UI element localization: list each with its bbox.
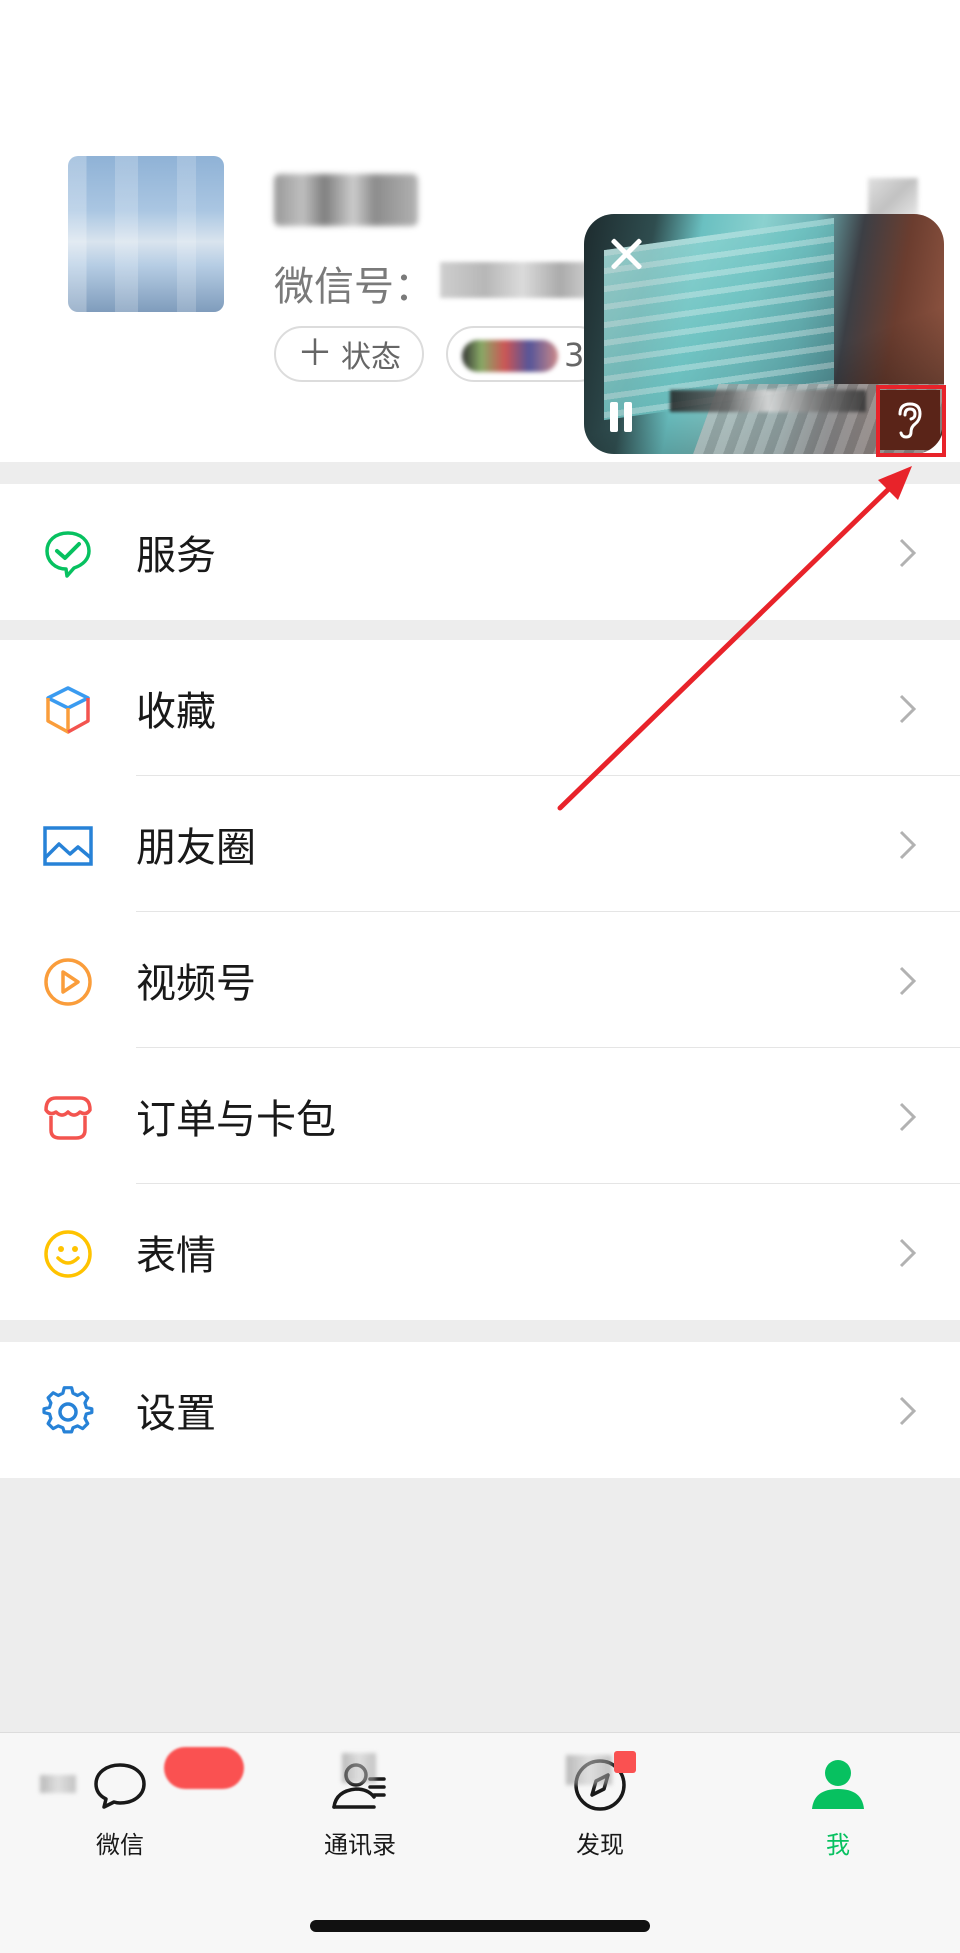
friends-count: 3 bbox=[564, 336, 585, 374]
plus-icon: ＋ bbox=[296, 333, 333, 374]
chevron-right-icon bbox=[899, 1102, 917, 1132]
menu-item-moments[interactable]: 朋友圈 bbox=[0, 776, 960, 912]
menu-label-orders: 订单与卡包 bbox=[136, 1097, 336, 1143]
services-check-icon bbox=[45, 531, 91, 578]
chevron-right-icon bbox=[899, 1238, 917, 1268]
tab-label-contacts: 通讯录 bbox=[324, 1831, 396, 1859]
menu-item-services[interactable]: 服务 bbox=[0, 484, 960, 620]
chevron-right-icon bbox=[899, 538, 917, 568]
friend-avatars-blurred bbox=[462, 340, 558, 372]
menu-label-services: 服务 bbox=[136, 533, 216, 579]
menu-item-favorites[interactable]: 收藏 bbox=[0, 640, 960, 776]
tab-discover[interactable]: 发现 bbox=[520, 1751, 680, 1871]
tab-contacts[interactable]: 通讯录 bbox=[280, 1751, 440, 1871]
unread-badge bbox=[164, 1747, 244, 1789]
gear-icon bbox=[42, 1386, 94, 1434]
tab-label-chats: 微信 bbox=[96, 1831, 144, 1859]
menu-group-settings: 设置 bbox=[0, 1342, 960, 1478]
chevron-right-icon bbox=[899, 1396, 917, 1426]
menu-label-stickers: 表情 bbox=[136, 1233, 216, 1279]
person-icon bbox=[812, 1760, 864, 1809]
menu-item-orders[interactable]: 订单与卡包 bbox=[0, 1048, 960, 1184]
menu-group-services: 服务 bbox=[0, 484, 960, 620]
menu-label-settings: 设置 bbox=[136, 1391, 216, 1437]
friends-status-chip[interactable]: 3 bbox=[446, 326, 606, 382]
chevron-right-icon bbox=[899, 966, 917, 996]
menu-group-main: 收藏 朋友圈 视频号 订单与卡包 表情 bbox=[0, 640, 960, 1320]
smiley-icon bbox=[44, 1230, 92, 1278]
status-button-label: 状态 bbox=[341, 340, 401, 375]
blur-patch bbox=[566, 1755, 612, 1785]
picture-icon bbox=[43, 826, 93, 866]
menu-label-favorites: 收藏 bbox=[136, 689, 216, 735]
blur-patch bbox=[40, 1775, 76, 1793]
wechat-id-label: 微信号： bbox=[274, 264, 434, 310]
pause-icon[interactable] bbox=[608, 402, 636, 434]
chat-bubble-icon bbox=[94, 1763, 146, 1809]
wechat-id-value-blurred bbox=[440, 262, 590, 298]
cube-icon bbox=[46, 686, 90, 734]
menu-item-channels[interactable]: 视频号 bbox=[0, 912, 960, 1048]
chevron-right-icon bbox=[899, 694, 917, 724]
avatar[interactable] bbox=[68, 156, 224, 312]
close-icon[interactable] bbox=[604, 232, 648, 276]
play-icon bbox=[44, 958, 92, 1006]
tab-me[interactable]: 我 bbox=[758, 1751, 918, 1871]
tab-chats[interactable]: 微信 bbox=[40, 1747, 244, 1871]
menu-item-stickers[interactable]: 表情 bbox=[0, 1184, 960, 1320]
blur-patch bbox=[342, 1753, 376, 1783]
video-caption-blurred bbox=[670, 390, 866, 412]
menu-label-moments: 朋友圈 bbox=[136, 825, 256, 871]
home-indicator[interactable] bbox=[310, 1920, 650, 1932]
tab-label-discover: 发现 bbox=[576, 1831, 624, 1859]
annotation-highlight-box bbox=[876, 385, 946, 457]
nickname-blurred bbox=[274, 174, 418, 226]
tab-label-me: 我 bbox=[826, 1831, 850, 1859]
menu-label-channels: 视频号 bbox=[136, 961, 256, 1007]
menu-item-settings[interactable]: 设置 bbox=[0, 1342, 960, 1478]
status-button[interactable]: ＋ 状态 bbox=[274, 326, 424, 382]
chevron-right-icon bbox=[899, 830, 917, 860]
wallet-icon bbox=[44, 1096, 92, 1140]
new-dot-badge bbox=[614, 1751, 636, 1773]
